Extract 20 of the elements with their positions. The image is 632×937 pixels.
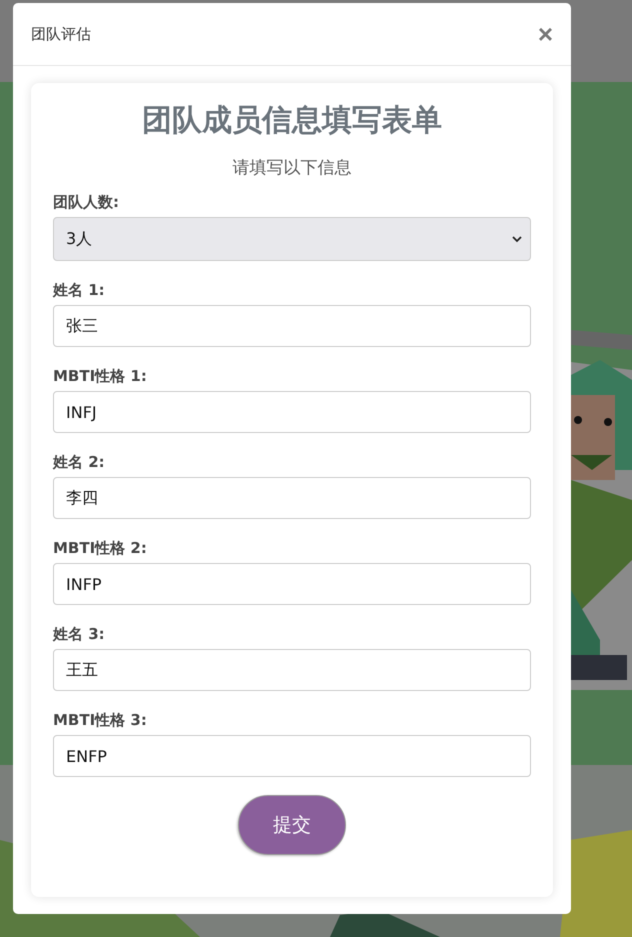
input-field[interactable]: INFP (53, 563, 531, 605)
input-field[interactable]: INFJ (53, 391, 531, 433)
input-field[interactable]: 李四 (53, 477, 531, 519)
field-label: MBTI性格 1: (53, 367, 148, 385)
field-label: 姓名 3: (53, 625, 106, 643)
field-label: 团队人数: (53, 193, 120, 211)
field-label: 姓名 1: (53, 281, 106, 299)
input-field[interactable]: 王五 (53, 649, 531, 691)
input-field[interactable]: ENFP (53, 735, 531, 777)
field-label: MBTI性格 2: (53, 539, 148, 557)
form-subtitle: 请填写以下信息 (232, 157, 352, 179)
input-field[interactable]: 张三 (53, 305, 531, 347)
team-size-select[interactable]: 3人 (53, 217, 531, 261)
field-label: MBTI性格 3: (53, 711, 148, 729)
submit-button[interactable]: 提交 (238, 795, 346, 855)
field-label: 姓名 2: (53, 453, 106, 471)
form-title: 团队成员信息填写表单 (141, 102, 443, 140)
close-button[interactable]: × (538, 21, 553, 47)
caret-icon (512, 236, 522, 242)
modal-title: 团队评估 (31, 24, 91, 44)
